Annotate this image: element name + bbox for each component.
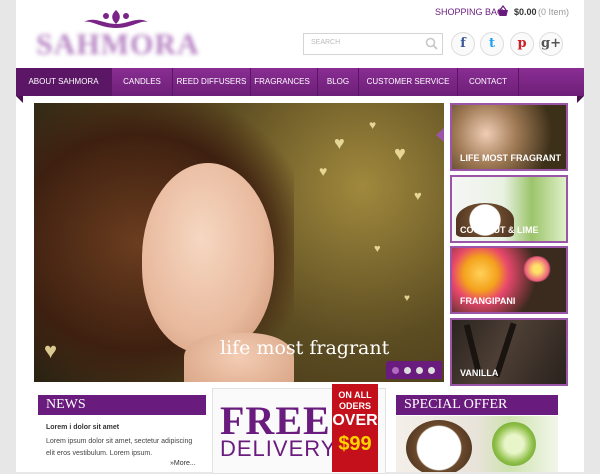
slider-dot[interactable] [416,367,423,374]
special-offer-image[interactable] [396,416,558,472]
news-more-link[interactable]: »More... [170,460,196,467]
thumb-label: VANILLA [460,368,499,378]
nav-fold-right [577,96,584,103]
ribbon-over: OVER [332,412,378,429]
pinterest-icon[interactable]: p [510,32,534,56]
news-heading: NEWS [38,395,206,415]
nav-item-customer-service[interactable]: CUSTOMER SERVICE [359,68,458,96]
basket-icon[interactable] [497,5,509,17]
slider-pagination [386,361,442,379]
thumb-label: LIFE MOST FRAGRANT [460,153,561,163]
twitter-icon[interactable]: t [480,32,504,56]
lime-image [492,422,536,466]
shopping-bag-link[interactable]: SHOPPING BAG [435,7,504,17]
ribbon-amount: $99 [338,433,372,455]
thumb-label: FRANGIPANI [460,296,516,306]
brand-logo[interactable]: SAHMORA [36,28,200,62]
flower-image [522,256,552,282]
coconut-image [406,420,472,472]
heart-sparkle-icon: ♥ [414,188,422,203]
heart-sparkle-icon: ♥ [44,338,58,363]
nav-item-blog[interactable]: BLOG [318,68,359,96]
nav-item-about-sahmora[interactable]: ABOUT SAHMORA [16,68,112,96]
nav-item-candles[interactable]: CANDLES [112,68,173,96]
slider-dot[interactable] [428,367,435,374]
ribbon-on-all-orders: ON ALL ODERS [338,390,372,411]
active-thumb-pointer [436,128,444,142]
thumb-vanilla[interactable]: VANILLA [450,318,568,386]
heart-sparkle-icon: ♥ [369,118,377,132]
search-input[interactable]: SEARCH [303,33,443,55]
google-plus-icon[interactable]: g+ [539,32,563,56]
thumb-coconut-lime[interactable]: COCONUT & LIME [450,175,568,243]
news-item-title[interactable]: Lorem i dolor sit amet [46,424,119,431]
search-placeholder: SEARCH [311,39,341,46]
bag-total: $0.00 [514,7,537,17]
hero-image-face [142,163,274,353]
search-icon[interactable] [425,37,438,50]
news-item-body: Lorem ipsum dolor sit amet, sectetur adi… [46,438,193,457]
slider-dot[interactable] [404,367,411,374]
nav-fold-left [16,96,23,103]
heart-sparkle-icon: ♥ [404,293,410,304]
slider-dot[interactable] [392,367,399,374]
heart-sparkle-icon: ♥ [334,133,345,153]
hero-caption: life most fragrant [220,337,390,359]
heart-sparkle-icon: ♥ [319,163,328,179]
nav-item-fragrances[interactable]: FRAGRANCES [247,68,318,96]
heart-sparkle-icon: ♥ [374,243,381,255]
thumb-label: COCONUT & LIME [460,225,539,235]
bag-item-count: (0 Item) [538,7,570,17]
thumb-life-most-fragrant[interactable]: LIFE MOST FRAGRANT [450,103,568,171]
thumb-frangipani[interactable]: FRANGIPANI [450,246,568,314]
special-offer-heading: SPECIAL OFFER [396,395,558,415]
nav-item-contact[interactable]: CONTACT [458,68,519,96]
nav-item-reed-diffusers[interactable]: REED DIFFUSERS [173,68,251,96]
delivery-text: DELIVERY [220,436,337,461]
facebook-icon[interactable]: f [451,32,475,56]
heart-sparkle-icon: ♥ [394,143,406,165]
